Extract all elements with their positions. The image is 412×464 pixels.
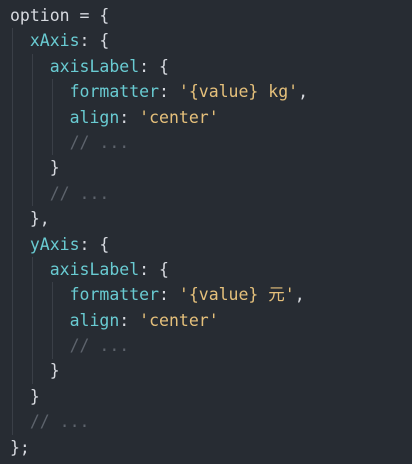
code-token-plain: : { <box>139 56 169 76</box>
indent-guide <box>31 53 33 207</box>
code-token-comment: // ... <box>69 336 130 356</box>
code-token-key: yAxis <box>29 234 80 254</box>
code-token-key: align <box>69 107 120 127</box>
code-line: axisLabel: { <box>10 257 412 282</box>
code-line: }, <box>10 206 412 231</box>
code-token-key: axisLabel <box>49 56 140 76</box>
code-token-plain: }; <box>10 437 30 457</box>
code-token-plain: }, <box>29 209 50 229</box>
code-line: // ... <box>10 130 412 155</box>
code-line: // ... <box>10 181 412 206</box>
code-line: align: 'center' <box>10 105 412 130</box>
code-token-plain: } <box>49 361 60 381</box>
code-token-plain: option = { <box>10 6 110 25</box>
code-line: formatter: '{value} 元', <box>10 282 412 307</box>
code-token-comment: // ... <box>69 132 130 152</box>
code-token-string: 'center' <box>139 310 219 330</box>
code-line: yAxis: { <box>10 232 412 257</box>
code-line: } <box>10 155 412 180</box>
code-line: option = { <box>10 3 412 28</box>
code-line: axisLabel: { <box>10 54 412 79</box>
code-token-plain: : { <box>79 234 110 254</box>
code-line: // ... <box>10 409 412 434</box>
code-token-comment: // ... <box>49 183 110 203</box>
code-token-plain: , <box>294 285 305 305</box>
code-token-plain: : <box>159 285 179 305</box>
code-block[interactable]: option = { xAxis: { axisLabel: { formatt… <box>0 0 412 464</box>
indent-guide <box>51 282 53 359</box>
code-token-plain: : <box>159 82 179 102</box>
code-token-key: align <box>69 310 120 330</box>
code-line: align: 'center' <box>10 308 412 333</box>
indent-guide <box>51 79 53 156</box>
code-token-plain: } <box>29 386 40 406</box>
code-token-comment: // ... <box>29 412 90 432</box>
code-line: xAxis: { <box>10 28 412 53</box>
code-token-plain: } <box>49 158 60 178</box>
code-token-plain: : { <box>139 259 169 279</box>
code-token-key: formatter <box>69 82 160 102</box>
code-token-key: axisLabel <box>49 259 140 279</box>
indent-guide <box>31 257 33 384</box>
code-line: } <box>10 358 412 383</box>
code-token-plain: : { <box>79 31 110 51</box>
code-line: } <box>10 384 412 409</box>
code-token-string: '{value} 元' <box>178 285 295 305</box>
code-token-plain: : <box>119 107 140 127</box>
code-token-string: '{value} kg' <box>178 82 299 102</box>
code-token-string: 'center' <box>139 107 219 127</box>
code-token-plain: : <box>119 310 140 330</box>
code-line: // ... <box>10 333 412 358</box>
code-line: formatter: '{value} kg', <box>10 79 412 104</box>
code-token-key: formatter <box>69 285 160 305</box>
code-line: }; <box>10 435 412 460</box>
code-token-key: xAxis <box>29 31 80 51</box>
code-token-plain: , <box>298 82 309 102</box>
indent-guide <box>12 28 13 435</box>
